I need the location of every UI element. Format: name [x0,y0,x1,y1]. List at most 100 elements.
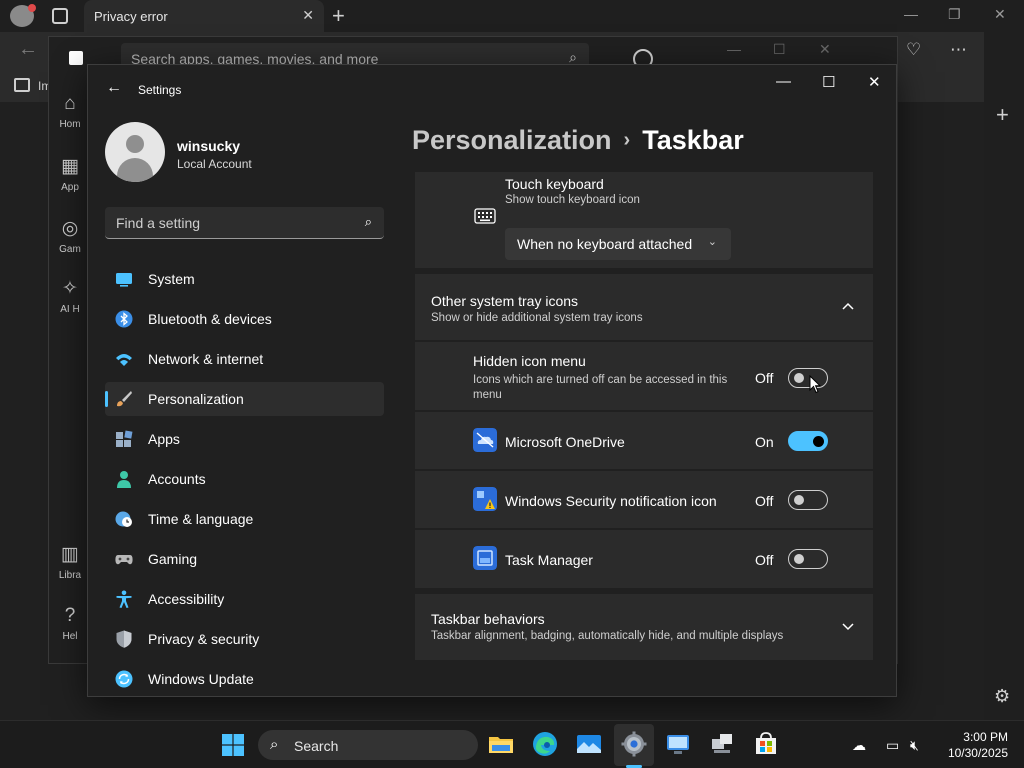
accessibility-icon [116,590,132,608]
windows-security-toggle[interactable] [788,490,828,510]
task-manager-toggle[interactable] [788,549,828,569]
hidden-icon-menu-toggle[interactable] [788,368,828,388]
network-tray-icon[interactable]: ▭ [886,737,899,754]
store-minimize-icon[interactable]: — [727,41,741,57]
minimize-icon[interactable]: — [776,73,791,90]
wifi-icon [116,354,132,366]
store-nav-help[interactable]: ? Hel [49,605,91,642]
sidebar-item-label: Gaming [148,551,198,567]
sidebar-item-accessibility[interactable]: Accessibility [105,582,384,616]
toggle-state-label: Off [755,370,774,386]
sidebar-item-system[interactable]: System [105,262,384,296]
clock-date: 10/30/2025 [947,746,1008,760]
update-icon [115,670,133,688]
system-clock[interactable]: 3:00 PM 10/30/2025 [932,729,1008,761]
browser-close-icon[interactable]: ✕ [994,6,1006,23]
store-maximize-icon[interactable]: ☐ [773,41,786,58]
store-icon[interactable] [753,731,779,757]
sidebar-item-time-language[interactable]: Time & language [105,502,384,536]
network-computers-icon[interactable] [709,731,735,757]
taskbar-behaviors-card[interactable]: Taskbar behaviors Taskbar alignment, bad… [415,594,873,660]
sidebar-item-label: Accessibility [148,591,225,607]
folder-icon[interactable] [14,78,30,92]
gaming-icon: ◎ [61,218,79,239]
onedrive-tray-icon[interactable]: ☁ [852,737,866,754]
windows-start-icon[interactable] [222,734,244,756]
tray-item-task-manager: Task Manager Off [415,530,873,588]
maximize-icon[interactable]: ☐ [822,73,835,91]
store-nav-apps[interactable]: ▦ App [49,155,91,193]
store-nav-ai-hub[interactable]: ✧ AI H [49,277,91,315]
touch-keyboard-card: Touch keyboard Show touch keyboard icon … [415,172,873,268]
profile-alert-dot [28,4,36,12]
volume-muted-icon[interactable]: 🔇︎ [910,737,919,754]
onedrive-toggle[interactable] [788,431,828,451]
browser-restore-icon[interactable]: ❐ [948,6,961,23]
tray-section-header[interactable]: Other system tray icons Show or hide add… [415,274,873,340]
dropdown-value: When no keyboard attached [517,236,693,252]
browser-back-icon[interactable]: ← [18,38,38,61]
photos-icon[interactable] [576,731,602,757]
touch-keyboard-title: Touch keyboard [505,176,604,192]
sidebar-item-windows-update[interactable]: Windows Update [105,662,384,696]
taskbar-search[interactable]: ⌕ Search [258,730,478,760]
file-explorer-icon[interactable] [488,731,514,757]
store-nav-label: Hom [59,119,81,130]
new-tab-icon[interactable]: + [332,3,345,29]
store-close-icon[interactable]: ✕ [819,41,831,58]
sidebar-item-gaming[interactable]: Gaming [105,542,384,576]
store-nav-home[interactable]: ⌂ Hom [49,93,91,130]
store-nav-label: App [61,182,79,193]
sidebar-item-label: Time & language [148,511,254,527]
edge-icon[interactable] [532,731,558,757]
search-icon: ⌕ [270,736,279,753]
controller-icon [115,555,133,565]
tray-item-label: Windows Security notification icon [505,493,717,509]
sidebar-item-personalization[interactable]: Personalization [105,382,384,416]
touch-keyboard-dropdown[interactable]: When no keyboard attached ⌄ [505,228,731,260]
brush-icon [117,391,132,407]
sidebar-item-label: Bluetooth & devices [148,311,272,327]
settings-gear-icon[interactable] [621,731,647,757]
avatar-head [126,135,144,153]
sidebar-settings-icon[interactable]: ⚙ [994,686,1010,707]
close-tab-icon[interactable]: ✕ [302,7,314,24]
close-icon[interactable]: ✕ [868,73,881,91]
avatar[interactable] [105,122,165,182]
browser-tab[interactable]: Privacy error ✕ [84,0,324,32]
store-nav-library[interactable]: ▥ Libra [49,543,91,581]
toggle-state-label: Off [755,552,774,568]
find-setting-input[interactable]: Find a setting ⌕ [105,207,384,239]
taskbar-behaviors-subtitle: Taskbar alignment, badging, automaticall… [431,630,784,642]
taskbar-behaviors-title: Taskbar behaviors [431,611,545,627]
add-sidebar-app-icon[interactable]: + [996,102,1009,128]
sidebar-item-apps[interactable]: Apps [105,422,384,456]
chevron-up-icon[interactable] [842,302,854,310]
chevron-down-icon[interactable] [842,623,854,631]
settings-window: ← Settings — ☐ ✕ winsucky Local Account … [87,64,897,697]
store-nav-label: Hel [62,631,78,642]
avatar-body [117,158,153,182]
browser-tab-title: Privacy error [94,9,168,24]
sidebar-item-bluetooth[interactable]: Bluetooth & devices [105,302,384,336]
windows-security-icon [473,487,497,511]
sidebar-item-privacy-security[interactable]: Privacy & security [105,622,384,656]
tray-item-windows-security: Windows Security notification icon Off [415,471,873,528]
back-arrow-icon[interactable]: ← [106,79,122,97]
more-menu-icon[interactable]: ⋯ [950,40,967,60]
user-name: winsucky [177,138,241,154]
store-nav-gaming[interactable]: ◎ Gam [49,217,91,255]
browser-minimize-icon[interactable]: — [904,6,918,22]
sidebar-item-network[interactable]: Network & internet [105,342,384,376]
library-icon: ▥ [61,544,79,565]
toggle-knob [794,554,804,564]
breadcrumb-parent[interactable]: Personalization [412,125,612,155]
sidebar-item-accounts[interactable]: Accounts [105,462,384,496]
search-icon[interactable]: ⌕ [365,214,372,230]
active-indicator [105,391,108,407]
browser-essentials-icon[interactable]: ♡ [906,40,921,60]
remote-desktop-icon[interactable] [665,731,691,757]
tab-actions-icon[interactable] [52,8,68,24]
settings-content: Touch keyboard Show touch keyboard icon … [415,172,873,696]
globe-clock-icon [115,511,132,527]
